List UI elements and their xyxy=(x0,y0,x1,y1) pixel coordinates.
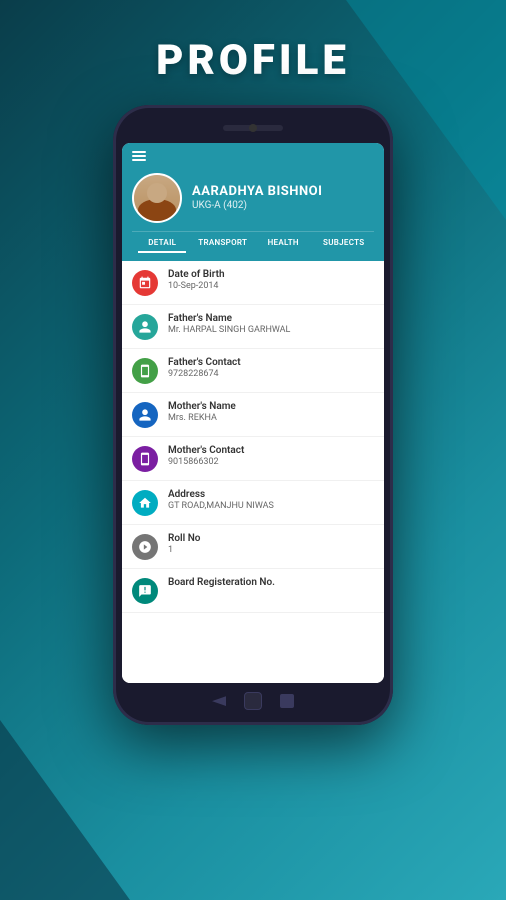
hamburger-menu-button[interactable] xyxy=(132,151,146,161)
phone-top-bar xyxy=(121,117,385,139)
address-content: Address GT ROAD,MANJHU NIWAS xyxy=(168,489,374,511)
list-item: Father's Name Mr. HARPAL SINGH GARHWAL xyxy=(122,305,384,349)
phone-bottom-nav xyxy=(212,689,294,713)
list-item: Date of Birth 10-Sep-2014 xyxy=(122,261,384,305)
home-button[interactable] xyxy=(244,692,262,710)
mother-name-value: Mrs. REKHA xyxy=(168,413,374,423)
list-item: Father's Contact 9728228674 xyxy=(122,349,384,393)
page-title: PROFILE xyxy=(156,36,350,85)
tab-transport[interactable]: TRANSPORT xyxy=(193,232,254,253)
address-label: Address xyxy=(168,489,374,500)
father-contact-label: Father's Contact xyxy=(168,357,374,368)
phone-frame: AARADHYA BISHNOI UKG-A (402) DETAIL TRAN… xyxy=(113,105,393,725)
father-name-label: Father's Name xyxy=(168,313,374,324)
mother-contact-label: Mother's Contact xyxy=(168,445,374,456)
father-contact-content: Father's Contact 9728228674 xyxy=(168,357,374,379)
roll-label: Roll No xyxy=(168,533,374,544)
list-item: Mother's Name Mrs. REKHA xyxy=(122,393,384,437)
mother-contact-content: Mother's Contact 9015866302 xyxy=(168,445,374,467)
list-item: Address GT ROAD,MANJHU NIWAS xyxy=(122,481,384,525)
profile-section: AARADHYA BISHNOI UKG-A (402) xyxy=(132,169,374,231)
board-content: Board Registeration No. xyxy=(168,577,374,589)
father-contact-value: 9728228674 xyxy=(168,369,374,379)
student-class: UKG-A (402) xyxy=(192,200,322,211)
person-father-icon xyxy=(132,314,158,340)
dob-value: 10-Sep-2014 xyxy=(168,281,374,291)
back-button[interactable] xyxy=(212,694,226,708)
header-top xyxy=(132,151,374,161)
roll-value: 1 xyxy=(168,545,374,555)
roll-content: Roll No 1 xyxy=(168,533,374,555)
board-label: Board Registeration No. xyxy=(168,577,374,588)
address-value: GT ROAD,MANJHU NIWAS xyxy=(168,501,374,511)
home-icon xyxy=(132,490,158,516)
app-header: AARADHYA BISHNOI UKG-A (402) DETAIL TRAN… xyxy=(122,143,384,261)
dob-content: Date of Birth 10-Sep-2014 xyxy=(168,269,374,291)
father-name-value: Mr. HARPAL SINGH GARHWAL xyxy=(168,325,374,335)
phone-camera xyxy=(249,124,257,132)
recent-apps-button[interactable] xyxy=(280,694,294,708)
mother-name-label: Mother's Name xyxy=(168,401,374,412)
person-mother-icon xyxy=(132,402,158,428)
tab-subjects[interactable]: SUBJECTS xyxy=(314,232,375,253)
list-item: Roll No 1 xyxy=(122,525,384,569)
mother-contact-value: 9015866302 xyxy=(168,457,374,467)
list-item: Board Registeration No. xyxy=(122,569,384,613)
tab-health[interactable]: HEALTH xyxy=(253,232,314,253)
calendar-icon xyxy=(132,270,158,296)
mother-name-content: Mother's Name Mrs. REKHA xyxy=(168,401,374,423)
list-item: Mother's Contact 9015866302 xyxy=(122,437,384,481)
phone-mother-icon xyxy=(132,446,158,472)
phone-father-icon xyxy=(132,358,158,384)
nav-tabs: DETAIL TRANSPORT HEALTH SUBJECTS xyxy=(132,231,374,253)
student-info: AARADHYA BISHNOI UKG-A (402) xyxy=(192,184,322,211)
tab-detail[interactable]: DETAIL xyxy=(132,232,193,253)
avatar-image xyxy=(134,175,180,221)
avatar xyxy=(132,173,182,223)
detail-list: Date of Birth 10-Sep-2014 Father's Name … xyxy=(122,261,384,684)
board-icon xyxy=(132,578,158,604)
student-name: AARADHYA BISHNOI xyxy=(192,184,322,199)
father-name-content: Father's Name Mr. HARPAL SINGH GARHWAL xyxy=(168,313,374,335)
roll-icon xyxy=(132,534,158,560)
phone-screen: AARADHYA BISHNOI UKG-A (402) DETAIL TRAN… xyxy=(122,143,384,684)
dob-label: Date of Birth xyxy=(168,269,374,280)
